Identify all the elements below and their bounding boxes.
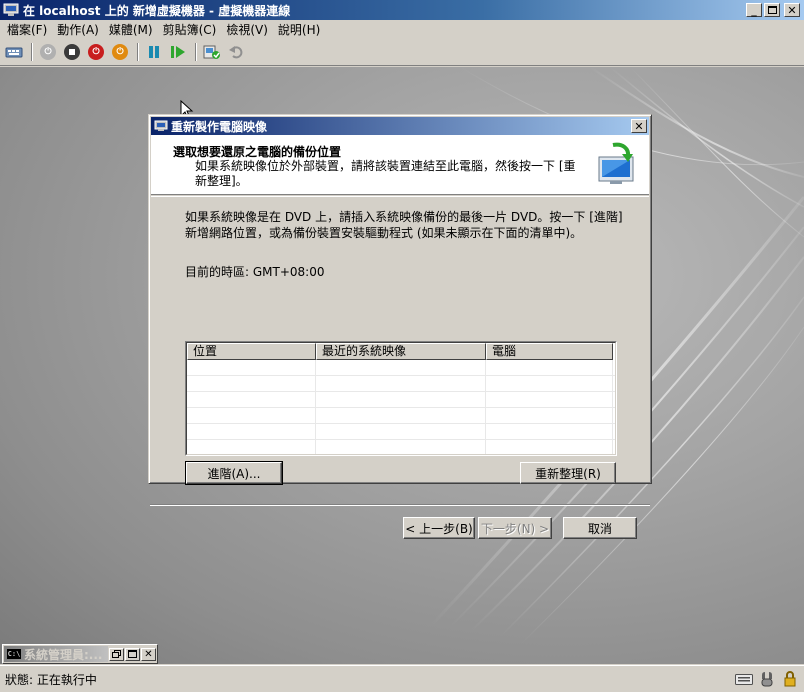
keyboard-icon xyxy=(735,671,753,687)
ctrl-alt-del-button[interactable] xyxy=(4,42,24,62)
shutdown-icon: ⏻ xyxy=(88,44,104,60)
minimized-window-caption[interactable]: C:\ 系統管理員:... xyxy=(4,646,108,662)
window-title: 在 localhost 上的 新增虛擬機器 - 虛擬機器連線 xyxy=(23,3,291,18)
maximize-min-button[interactable] xyxy=(125,647,140,661)
advanced-button[interactable]: 進階(A)... xyxy=(185,461,283,485)
dialog-header: 選取想要還原之電腦的備份位置 如果系統映像位於外部裝置，請將該裝置連結至此電腦，… xyxy=(151,135,649,195)
start-button[interactable]: ⏻ xyxy=(38,42,58,62)
timezone-label: 目前的時區: GMT+08:00 xyxy=(185,265,325,279)
toolbar-separator xyxy=(195,43,197,61)
menu-help[interactable]: 說明(H) xyxy=(273,21,325,38)
menu-media[interactable]: 媒體(M) xyxy=(104,21,158,38)
power-button[interactable]: ⏻ xyxy=(110,42,130,62)
list-row xyxy=(187,360,615,376)
dialog-computer-icon xyxy=(154,120,168,131)
menu-action[interactable]: 動作(A) xyxy=(52,21,104,38)
maximize-icon xyxy=(128,650,137,658)
start-icon: ⏻ xyxy=(40,44,56,60)
dialog-titlebar: 重新製作電腦映像 ✕ xyxy=(151,117,649,135)
menu-view[interactable]: 檢視(V) xyxy=(221,21,273,38)
window-titlebar: 在 localhost 上的 新增虛擬機器 - 虛擬機器連線 _ ✕ xyxy=(0,0,804,20)
header-divider xyxy=(151,196,649,197)
column-computer[interactable]: 電腦 xyxy=(486,343,613,360)
intro-text: 如果系統映像是在 DVD 上，請插入系統映像備份的最後一片 DVD。按一下 [進… xyxy=(185,210,623,240)
pause-button[interactable] xyxy=(144,42,164,62)
toolbar-separator xyxy=(137,43,139,61)
dialog-footer-divider xyxy=(150,504,650,506)
revert-button[interactable] xyxy=(226,42,246,62)
list-row xyxy=(187,424,615,440)
dialog-close-button[interactable]: ✕ xyxy=(631,119,647,133)
cmd-icon: C:\ xyxy=(7,649,21,659)
list-row xyxy=(187,408,615,424)
cancel-button[interactable]: 取消 xyxy=(563,517,637,539)
column-location[interactable]: 位置 xyxy=(187,343,316,360)
ctrl-alt-del-icon xyxy=(5,47,23,58)
status-bar: 狀態: 正在執行中 xyxy=(0,665,804,692)
back-button[interactable]: < 上一步(B) xyxy=(403,517,475,539)
list-row xyxy=(187,440,615,454)
restore-button[interactable] xyxy=(109,647,124,661)
dialog-subheading: 如果系統映像位於外部裝置，請將該裝置連結至此電腦，然後按一下 [重新整理]。 xyxy=(195,159,576,188)
list-header: 位置 最近的系統映像 電腦 xyxy=(187,343,615,360)
pause-icon xyxy=(149,46,159,58)
maximize-icon xyxy=(767,6,777,14)
toolbar-separator xyxy=(31,43,33,61)
minimized-window-title: 系統管理員:... xyxy=(24,647,103,662)
menu-file[interactable]: 檔案(F) xyxy=(2,21,52,38)
next-button[interactable]: 下一步(N) > xyxy=(478,517,552,539)
minimized-cmd-window[interactable]: C:\ 系統管理員:... ✕ xyxy=(2,644,158,664)
mouse-capture-icon xyxy=(758,671,776,687)
snapshot-icon xyxy=(203,45,220,59)
revert-icon xyxy=(229,46,243,59)
dialog-title: 重新製作電腦映像 xyxy=(171,119,268,134)
power-icon: ⏻ xyxy=(112,44,128,60)
column-recent-image[interactable]: 最近的系統映像 xyxy=(316,343,486,360)
resume-icon xyxy=(171,46,185,58)
vm-connection-icon xyxy=(3,3,19,16)
turn-off-icon xyxy=(64,44,80,60)
resume-button[interactable] xyxy=(168,42,188,62)
restore-computer-icon xyxy=(598,142,634,184)
restore-icon xyxy=(112,650,121,658)
maximize-button[interactable] xyxy=(764,3,780,17)
list-row xyxy=(187,376,615,392)
turn-off-button[interactable] xyxy=(62,42,82,62)
close-button[interactable]: ✕ xyxy=(784,3,800,17)
backup-location-list[interactable]: 位置 最近的系統映像 電腦 xyxy=(185,341,617,456)
menu-clipboard[interactable]: 剪貼簿(C) xyxy=(158,21,222,38)
shutdown-button[interactable]: ⏻ xyxy=(86,42,106,62)
lock-icon xyxy=(781,671,799,687)
status-text: 狀態: 正在執行中 xyxy=(5,672,97,687)
dialog-heading: 選取想要還原之電腦的備份位置 xyxy=(173,145,342,159)
list-row xyxy=(187,392,615,408)
toolbar: ⏻ ⏻ ⏻ xyxy=(0,39,804,66)
menu-bar: 檔案(F) 動作(A) 媒體(M) 剪貼簿(C) 檢視(V) 說明(H) xyxy=(0,20,804,39)
refresh-button[interactable]: 重新整理(R) xyxy=(520,462,616,484)
minimize-button[interactable]: _ xyxy=(746,3,762,17)
close-min-button[interactable]: ✕ xyxy=(141,647,156,661)
snapshot-button[interactable] xyxy=(202,42,222,62)
